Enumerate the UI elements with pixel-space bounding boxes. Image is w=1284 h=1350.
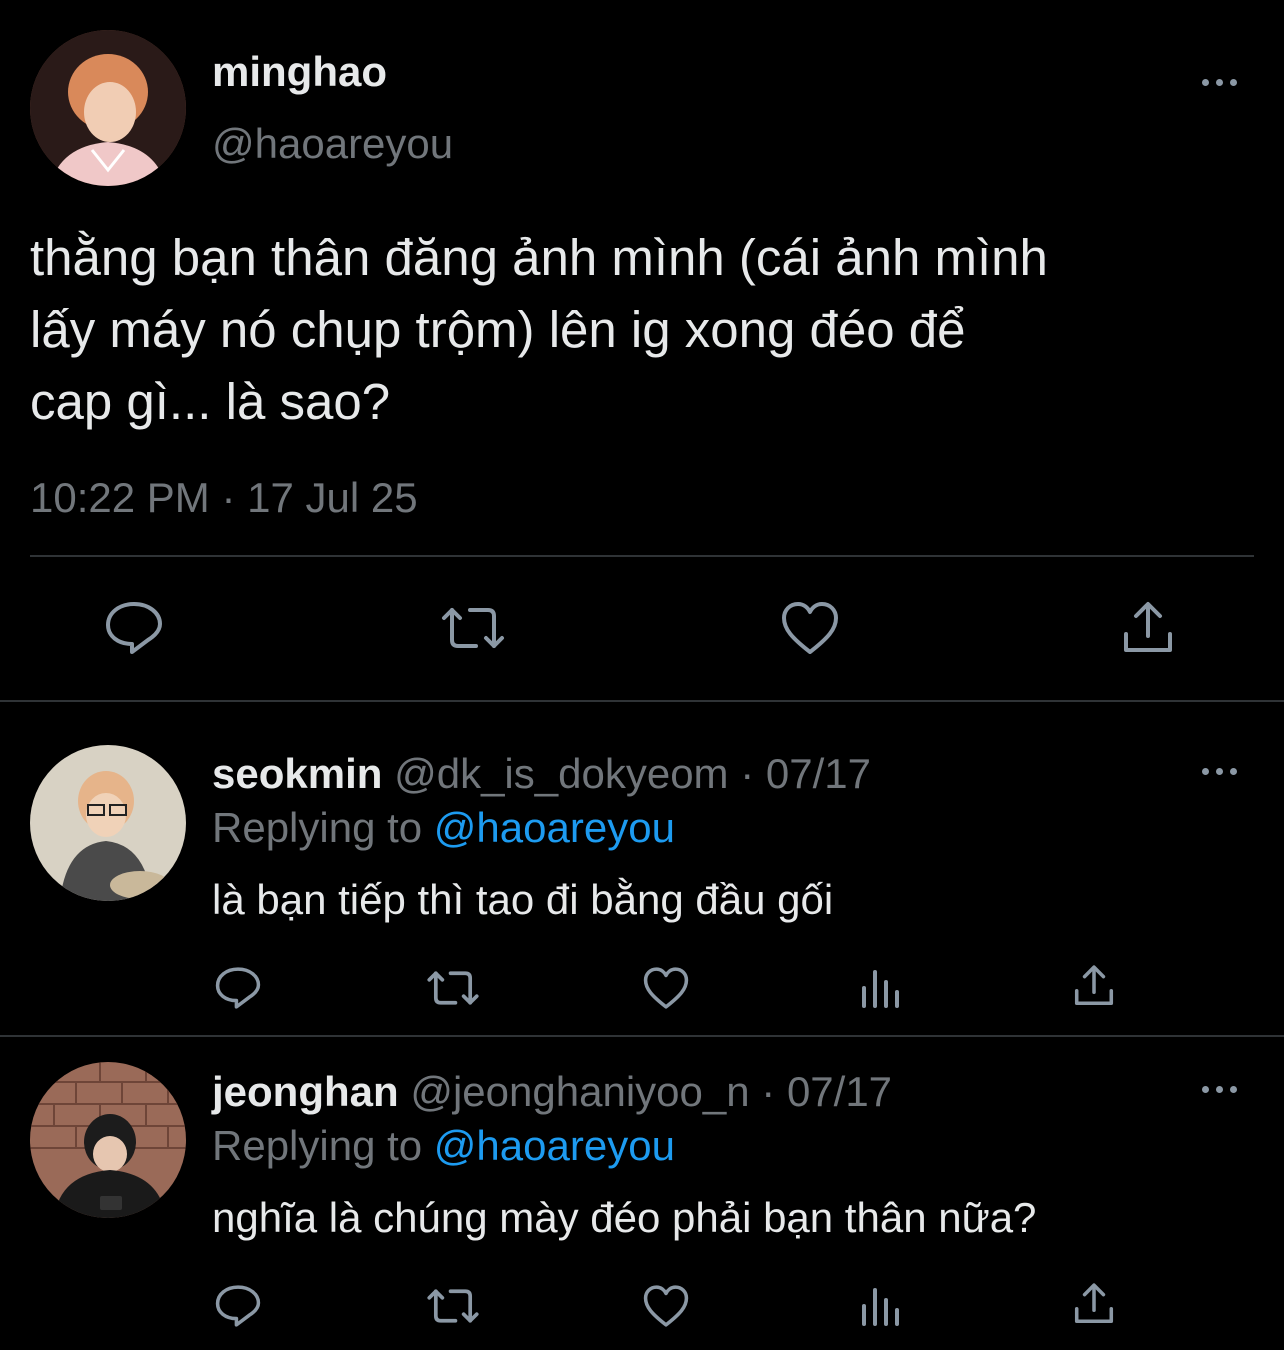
display-name[interactable]: seokmin	[212, 750, 382, 797]
avatar-jeonghan[interactable]	[30, 1062, 186, 1218]
separator-dot: ·	[740, 750, 755, 797]
handle[interactable]: @jeonghaniyoo_n	[410, 1068, 749, 1115]
analytics-icon[interactable]	[860, 966, 904, 1010]
like-icon[interactable]	[642, 1284, 690, 1328]
reply-header: seokmin @dk_is_dokyeom · 07/17	[212, 750, 871, 798]
reply-icon[interactable]	[104, 600, 164, 656]
handle[interactable]: @haoareyou	[212, 120, 453, 168]
retweet-icon[interactable]	[426, 1286, 480, 1326]
tweet-text-line: lấy máy nó chụp trộm) lên ig xong đéo để	[30, 301, 966, 358]
reply-text: nghĩa là chúng mày đéo phải bạn thân nữa…	[212, 1194, 1037, 1241]
share-icon[interactable]	[1072, 964, 1116, 1008]
reply-icon[interactable]	[214, 1284, 262, 1328]
divider	[30, 555, 1254, 557]
thread-divider	[0, 1035, 1284, 1037]
more-options-icon[interactable]	[1200, 72, 1240, 92]
replying-to: Replying to @haoareyou	[212, 1122, 675, 1170]
avatar-seokmin[interactable]	[30, 745, 186, 901]
reply-header: jeonghan @jeonghaniyoo_n · 07/17	[212, 1068, 892, 1116]
replying-prefix: Replying to	[212, 1122, 423, 1169]
retweet-icon[interactable]	[440, 604, 506, 652]
like-icon[interactable]	[780, 600, 840, 656]
replying-handle-link[interactable]: @haoareyou	[434, 804, 675, 851]
reply-icon[interactable]	[214, 966, 262, 1010]
display-name[interactable]: minghao	[212, 48, 387, 96]
share-icon[interactable]	[1072, 1282, 1116, 1326]
avatar-minghao[interactable]	[30, 30, 186, 186]
replying-prefix: Replying to	[212, 804, 423, 851]
timestamp[interactable]: 10:22 PM · 17 Jul 25	[30, 474, 418, 522]
more-options-icon[interactable]	[1200, 761, 1240, 781]
display-name[interactable]: jeonghan	[212, 1068, 399, 1115]
tweet-text: thằng bạn thân đăng ảnh mình (cái ảnh mì…	[30, 222, 1048, 438]
thread-divider	[0, 700, 1284, 702]
like-icon[interactable]	[642, 966, 690, 1010]
separator-dot: ·	[761, 1068, 776, 1115]
replying-handle-link[interactable]: @haoareyou	[434, 1122, 675, 1169]
replying-to: Replying to @haoareyou	[212, 804, 675, 852]
retweet-icon[interactable]	[426, 968, 480, 1008]
reply-date[interactable]: 07/17	[787, 1068, 892, 1115]
reply-text: là bạn tiếp thì tao đi bằng đầu gối	[212, 876, 834, 923]
tweet-text-line: cap gì... là sao?	[30, 373, 391, 430]
analytics-icon[interactable]	[860, 1284, 904, 1328]
handle[interactable]: @dk_is_dokyeom	[394, 750, 728, 797]
share-icon[interactable]	[1120, 600, 1176, 656]
tweet-text-line: thằng bạn thân đăng ảnh mình (cái ảnh mì…	[30, 229, 1048, 286]
more-options-icon[interactable]	[1200, 1079, 1240, 1099]
reply-date[interactable]: 07/17	[766, 750, 871, 797]
